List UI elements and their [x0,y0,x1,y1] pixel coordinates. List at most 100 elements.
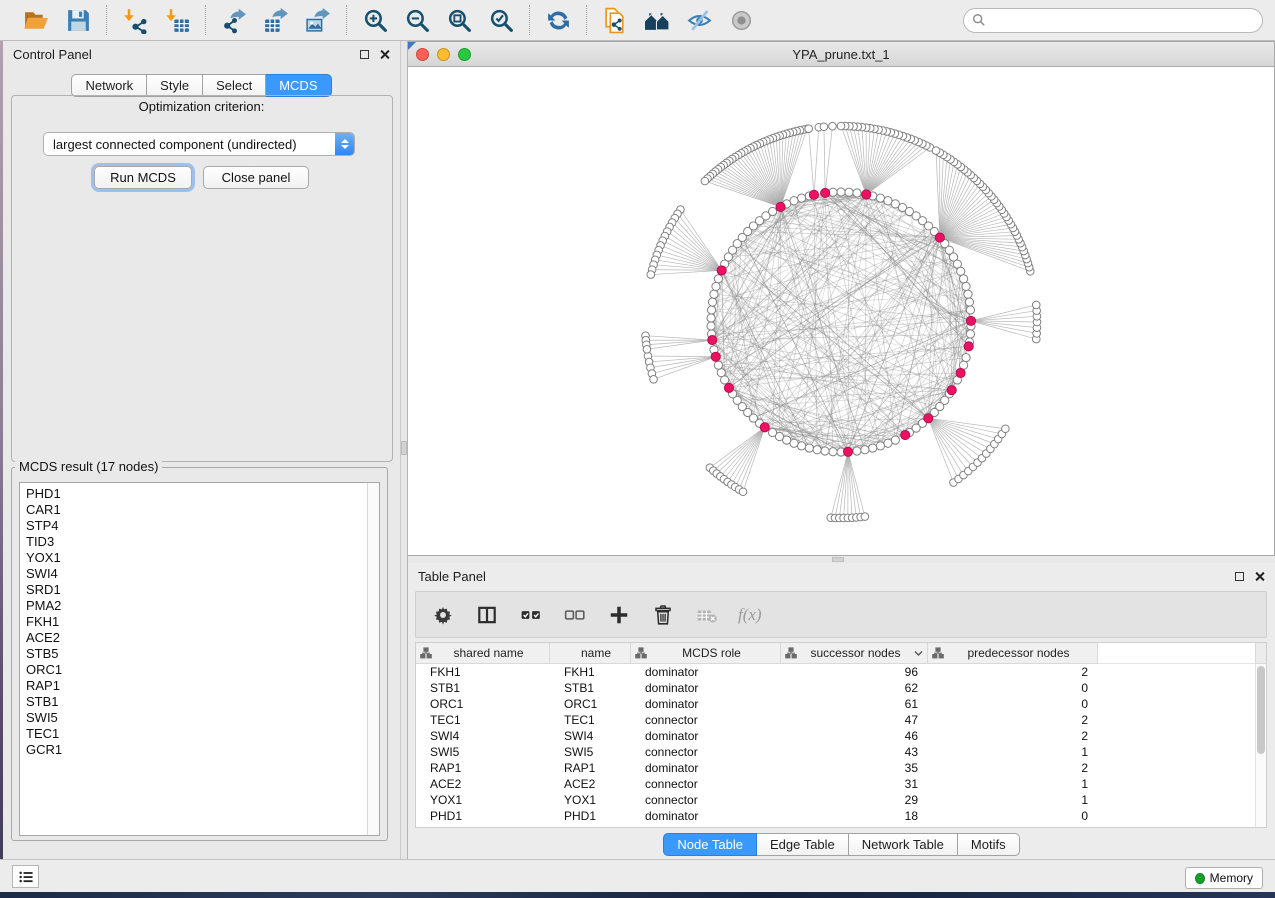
create-column-icon[interactable] [606,602,632,628]
tab-node-table[interactable]: Node Table [663,833,757,856]
close-panel-icon[interactable] [379,49,390,60]
table-row[interactable]: ORC1ORC1dominator610 [416,696,1266,712]
delete-table-icon[interactable] [694,602,720,628]
ring-node[interactable] [884,439,892,447]
tab-mcds[interactable]: MCDS [266,74,331,97]
first-neighbors-icon[interactable] [641,4,673,36]
mcds-result-item[interactable]: TEC1 [26,726,367,742]
satellite-node[interactable] [820,123,828,131]
export-network-icon[interactable] [218,4,250,36]
open-file-icon[interactable] [20,4,52,36]
save-session-icon[interactable] [62,4,94,36]
deselect-all-icon[interactable] [562,602,588,628]
mcds-result-item[interactable]: STB5 [26,646,367,662]
column-header-name[interactable]: name [550,643,631,664]
ring-node[interactable] [710,290,718,298]
table-row[interactable]: PHD1PHD1dominator180 [416,808,1266,824]
import-network-icon[interactable] [119,4,151,36]
table-row[interactable]: YOX1YOX1connector291 [416,792,1266,808]
mcds-node[interactable] [809,190,818,199]
tab-network[interactable]: Network [71,74,147,97]
satellite-node[interactable] [701,177,709,185]
refresh-icon[interactable] [542,4,574,36]
mcds-node[interactable] [708,335,717,344]
table-row[interactable]: ACE2ACE2connector311 [416,776,1266,792]
memory-button[interactable]: Memory [1185,867,1263,889]
mcds-node[interactable] [776,202,785,211]
show-columns-icon[interactable] [474,602,500,628]
ring-node[interactable] [962,282,970,290]
ring-node[interactable] [965,298,973,306]
mcds-result-item[interactable]: SWI4 [26,566,367,582]
window-maximize-light[interactable] [458,48,471,61]
ring-node[interactable] [712,282,720,290]
mcds-node[interactable] [760,423,769,432]
satellite-node[interactable] [1032,301,1040,309]
window-minimize-light[interactable] [437,48,450,61]
table-settings-icon[interactable] [430,602,456,628]
splitter-grip[interactable] [401,441,407,455]
mcds-result-item[interactable]: PMA2 [26,598,367,614]
satellite-node[interactable] [647,271,655,279]
clone-network-icon[interactable] [599,4,631,36]
column-header-shared-name[interactable]: shared name [416,643,550,664]
column-header-MCDS-role[interactable]: MCDS role [631,643,781,664]
ring-node[interactable] [707,314,715,322]
satellite-node[interactable] [861,513,869,521]
table-row[interactable]: TEC1TEC1connector472 [416,712,1266,728]
ring-node[interactable] [708,298,716,306]
ring-node[interactable] [714,275,722,283]
ring-node[interactable] [966,306,974,314]
mcds-result-item[interactable]: SWI5 [26,710,367,726]
tab-style[interactable]: Style [147,74,203,97]
tab-motifs[interactable]: Motifs [958,833,1020,856]
close-panel-icon[interactable] [1254,571,1265,582]
table-scrollbar[interactable] [1255,664,1266,827]
ring-node[interactable] [768,207,776,215]
ring-node[interactable] [714,361,722,369]
ring-node[interactable] [964,290,972,298]
mcds-node[interactable] [862,190,871,199]
mcds-result-item[interactable]: TID3 [26,534,367,550]
mcds-node[interactable] [964,342,973,351]
table-row[interactable]: FKH1FKH1dominator962 [416,664,1266,680]
zoom-out-icon[interactable] [401,4,433,36]
satellite-node[interactable] [932,147,940,155]
mcds-result-item[interactable]: ACE2 [26,630,367,646]
satellite-node[interactable] [1002,425,1010,433]
table-row[interactable]: RAP1RAP1dominator352 [416,760,1266,776]
mcds-node[interactable] [935,233,944,242]
import-table-icon[interactable] [161,4,193,36]
mcds-node[interactable] [947,386,956,395]
ring-node[interactable] [707,322,715,330]
ring-node[interactable] [805,444,813,452]
ring-node[interactable] [960,275,968,283]
ring-node[interactable] [768,428,776,436]
satellite-node[interactable] [643,345,651,353]
delete-column-icon[interactable] [650,602,676,628]
ring-node[interactable] [845,188,853,196]
optimization-criterion-select[interactable]: largest connected component (undirected) [43,132,355,156]
network-canvas[interactable] [408,67,1274,555]
ring-node[interactable] [813,446,821,454]
ring-node[interactable] [853,189,861,197]
horizontal-splitter[interactable] [408,556,1275,563]
satellite-node[interactable] [739,488,747,496]
ring-node[interactable] [869,444,877,452]
ring-node[interactable] [876,194,884,202]
ring-node[interactable] [821,447,829,455]
ring-node[interactable] [966,330,974,338]
mcds-result-item[interactable]: FKH1 [26,614,367,630]
mcds-node[interactable] [711,352,720,361]
vertical-splitter[interactable] [400,41,408,859]
mcds-node[interactable] [901,430,910,439]
float-panel-icon[interactable] [360,50,369,59]
mcds-result-item[interactable]: PHD1 [26,486,367,502]
ring-node[interactable] [837,188,845,196]
mcds-result-item[interactable]: YOX1 [26,550,367,566]
table-row[interactable]: SWI4SWI4dominator462 [416,728,1266,744]
satellite-node[interactable] [805,125,813,133]
tab-network-table[interactable]: Network Table [849,833,958,856]
close-panel-button[interactable]: Close panel [203,166,309,189]
export-image-icon[interactable] [302,4,334,36]
